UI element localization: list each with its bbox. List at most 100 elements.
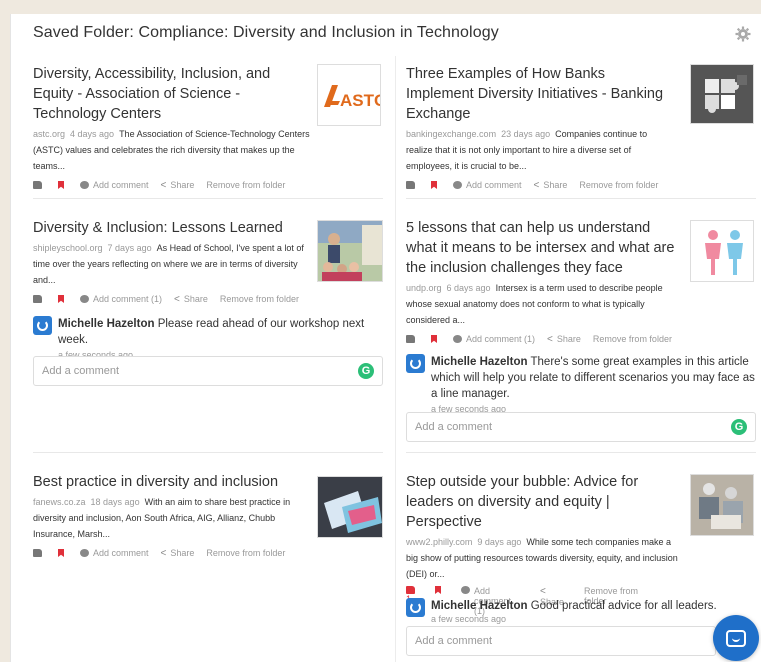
like-button[interactable]	[406, 335, 419, 343]
avatar	[406, 354, 425, 373]
like-button[interactable]	[33, 549, 46, 557]
row-divider	[406, 452, 756, 453]
add-comment-button[interactable]: Add comment	[80, 548, 149, 558]
article-meta: undp.org 6 days ago Intersex is a term use…	[406, 280, 682, 328]
share-button[interactable]: < Share	[534, 180, 568, 191]
article-actions: Add comment < Share Remove from folder	[406, 178, 676, 192]
article-thumbnail[interactable]	[317, 476, 383, 538]
article-title[interactable]: Best practice in diversity and inclusion	[33, 472, 315, 492]
article-card: Best practice in diversity and inclusion…	[33, 472, 315, 560]
comment-input[interactable]: Add a comment	[406, 626, 716, 656]
comment-time: a few seconds ago	[431, 614, 507, 624]
bookmark-button[interactable]	[435, 586, 445, 594]
folder-header: Saved Folder: Compliance: Diversity and …	[33, 24, 753, 48]
like-button[interactable]	[33, 295, 46, 303]
share-button[interactable]: < Share	[161, 180, 195, 191]
bookmark-button[interactable]	[431, 335, 441, 343]
article-title[interactable]: Three Examples of How Banks Implement Di…	[406, 64, 676, 124]
article-meta: shipleyschool.org 7 days ago As Head of Sc…	[33, 240, 315, 288]
article-source[interactable]: shipleyschool.org	[33, 243, 103, 253]
bookmark-icon	[431, 335, 437, 343]
article-thumbnail[interactable]: ASTC	[317, 64, 381, 126]
remove-from-folder-button[interactable]: Remove from folder	[593, 334, 672, 344]
article-source[interactable]: undp.org	[406, 283, 442, 293]
saved-folder-page: Saved Folder: Compliance: Diversity and …	[10, 14, 761, 662]
article-title[interactable]: Diversity & Inclusion: Lessons Learned	[33, 218, 315, 238]
article-title[interactable]: 5 lessons that can help us understand wh…	[406, 218, 682, 278]
comment-body: Michelle Hazelton Good practical advice …	[431, 598, 717, 624]
thumbs-up-icon	[33, 549, 42, 557]
chat-launcher-button[interactable]	[713, 615, 759, 661]
article-card: Diversity, Accessibility, Inclusion, and…	[33, 64, 313, 192]
share-icon: <	[160, 547, 167, 559]
comment-body: Michelle Hazelton Please read ahead of o…	[58, 316, 383, 360]
bookmark-button[interactable]	[58, 295, 68, 303]
article-title[interactable]: Diversity, Accessibility, Inclusion, and…	[33, 64, 313, 124]
comment-input[interactable]: Add a comment G	[406, 412, 756, 442]
remove-from-folder-button[interactable]: Remove from folder	[206, 548, 285, 558]
thumbs-up-icon	[33, 181, 42, 189]
add-comment-button[interactable]: Add comment	[80, 180, 149, 190]
gear-icon[interactable]	[735, 26, 751, 42]
remove-from-folder-button[interactable]: Remove from folder	[579, 180, 658, 190]
share-button[interactable]: < Share	[174, 294, 208, 305]
thumbs-up-icon	[406, 335, 415, 343]
share-button[interactable]: < Share	[161, 548, 195, 559]
grammarly-icon[interactable]: G	[731, 419, 747, 435]
comment-icon	[80, 549, 89, 557]
share-button[interactable]: < Share	[547, 334, 581, 345]
article-meta: fanews.co.za 18 days ago With an aim to sh…	[33, 494, 315, 542]
comment-icon	[80, 295, 89, 303]
remove-from-folder-button[interactable]: Remove from folder	[206, 180, 285, 190]
article-title[interactable]: Step outside your bubble: Advice for lea…	[406, 472, 682, 532]
add-comment-button[interactable]: Add comment (1)	[453, 334, 535, 344]
comment-text: Michelle Hazelton Please read ahead of o…	[58, 318, 365, 346]
article-meta: www2.philly.com 9 days ago While some tech…	[406, 534, 682, 582]
article-source[interactable]: www2.philly.com	[406, 537, 472, 547]
comment-author[interactable]: Michelle Hazelton	[431, 600, 528, 612]
comment-input[interactable]: Add a comment G	[33, 356, 383, 386]
row-divider	[33, 452, 383, 453]
comment-author[interactable]: Michelle Hazelton	[431, 356, 528, 368]
logo-text: ASTC	[340, 91, 381, 110]
article-source[interactable]: bankingexchange.com	[406, 129, 496, 139]
comment-icon	[453, 181, 462, 189]
bookmark-icon	[58, 549, 64, 557]
article-source[interactable]: fanews.co.za	[33, 497, 86, 507]
article-thumbnail[interactable]	[690, 64, 754, 124]
team-photo	[691, 475, 753, 535]
article-thumbnail[interactable]	[690, 474, 754, 536]
comment-count: (1)	[151, 294, 163, 304]
bookmark-button[interactable]	[58, 181, 68, 189]
comment-author[interactable]: Michelle Hazelton	[58, 318, 155, 330]
article-card: Step outside your bubble: Advice for lea…	[406, 472, 682, 616]
grammarly-icon[interactable]: G	[358, 363, 374, 379]
article-source[interactable]: astc.org	[33, 129, 65, 139]
add-comment-button[interactable]: Add comment	[453, 180, 522, 190]
share-icon: <	[533, 179, 540, 191]
like-button[interactable]	[406, 181, 419, 189]
article-meta: astc.org 4 days ago The Association of Sci…	[33, 126, 313, 174]
bookmark-button[interactable]	[58, 549, 68, 557]
thumbs-up-icon	[33, 295, 42, 303]
comment-item: Michelle Hazelton There's some great exa…	[406, 354, 756, 414]
row-divider	[33, 198, 383, 199]
article-age: 23 days ago	[501, 129, 551, 139]
power-icon	[37, 320, 48, 331]
share-icon: <	[547, 333, 553, 345]
add-comment-button[interactable]: Add comment (1)	[80, 294, 162, 304]
like-button[interactable]	[33, 181, 46, 189]
article-meta: bankingexchange.com 23 days ago Companies …	[406, 126, 676, 174]
comment-icon	[80, 181, 89, 189]
article-thumbnail[interactable]	[690, 220, 754, 282]
comment-text: Michelle Hazelton Good practical advice …	[431, 600, 717, 612]
bookmark-button[interactable]	[431, 181, 441, 189]
article-thumbnail[interactable]	[317, 220, 383, 282]
intersex-icon-image	[705, 230, 743, 275]
article-age: 4 days ago	[70, 129, 115, 139]
comment-count: (1)	[524, 334, 536, 344]
remove-from-folder-button[interactable]: Remove from folder	[220, 294, 299, 304]
comment-body: Michelle Hazelton There's some great exa…	[431, 354, 756, 414]
power-icon	[410, 602, 421, 613]
thumbs-up-icon	[406, 181, 415, 189]
